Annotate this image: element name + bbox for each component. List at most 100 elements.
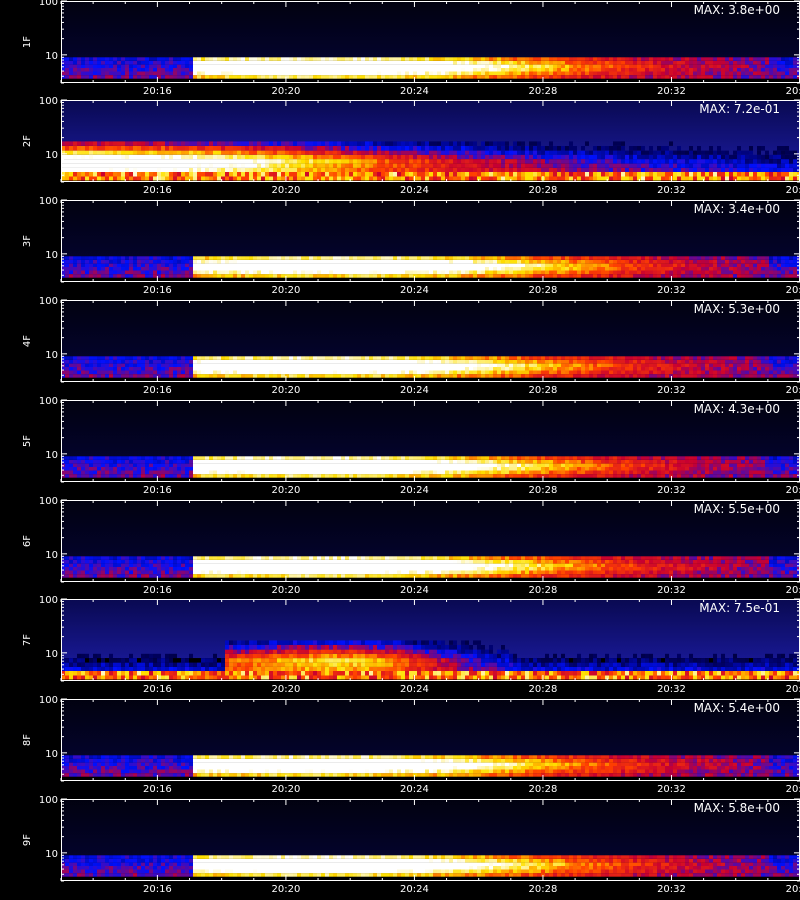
spectrogram-cell bbox=[625, 270, 629, 275]
spectrogram-cell bbox=[353, 68, 357, 72]
spectrogram-cell bbox=[329, 141, 333, 146]
spectrogram-cell bbox=[581, 267, 585, 271]
spectrogram-cell bbox=[377, 71, 381, 76]
spectrogram-cell bbox=[601, 154, 605, 160]
spectrogram-cell bbox=[593, 68, 597, 72]
spectrogram-cell bbox=[181, 270, 185, 275]
spectrogram-cell bbox=[325, 150, 329, 155]
spectrogram-cell bbox=[269, 260, 273, 264]
spectrogram-cell bbox=[225, 64, 229, 68]
spectrogram-cell bbox=[353, 61, 357, 65]
spectrogram-cell bbox=[113, 256, 117, 260]
spectrogram-cell bbox=[757, 68, 761, 72]
spectrogram-cell bbox=[257, 270, 261, 275]
spectrogram-cell bbox=[633, 256, 637, 260]
spectrogram-cell bbox=[65, 360, 69, 364]
spectrogram-cell bbox=[249, 363, 253, 367]
spectrogram-cell bbox=[197, 167, 201, 172]
spectrogram-cell bbox=[241, 159, 245, 164]
spectrogram-cell bbox=[313, 274, 317, 278]
spectrogram-cell bbox=[641, 163, 645, 168]
spectrogram-cell bbox=[293, 150, 297, 155]
spectrogram-cell bbox=[569, 159, 573, 164]
spectrogram-cell bbox=[537, 274, 541, 278]
spectrogram-cell bbox=[345, 363, 349, 367]
spectrogram-cell bbox=[393, 256, 397, 260]
spectrogram-cell bbox=[213, 360, 217, 364]
spectrogram-cell bbox=[85, 374, 89, 378]
spectrogram-cell bbox=[501, 141, 505, 146]
spectrogram-cell bbox=[633, 367, 637, 371]
spectrogram-cell bbox=[405, 360, 409, 364]
spectrogram-cell bbox=[489, 374, 493, 378]
spectrogram-cell bbox=[109, 270, 113, 275]
spectrogram-cell bbox=[489, 71, 493, 76]
spectrogram-cell bbox=[589, 260, 593, 264]
spectrogram-cell bbox=[429, 363, 433, 367]
spectrogram-cell bbox=[189, 267, 193, 271]
spectrogram-cell bbox=[493, 360, 497, 364]
spectrogram-cell bbox=[113, 75, 117, 79]
spectrogram-cell bbox=[65, 163, 69, 168]
spectrogram-cell bbox=[521, 154, 525, 160]
spectrogram-cell bbox=[297, 167, 301, 172]
spectrogram-cell bbox=[761, 274, 765, 278]
spectrogram-cell bbox=[389, 363, 393, 367]
spectrogram-cell bbox=[589, 256, 593, 260]
spectrogram-cell bbox=[117, 163, 121, 168]
spectrogram-cell bbox=[501, 370, 505, 375]
spectrogram-cell bbox=[457, 374, 461, 378]
spectrogram-cell bbox=[473, 64, 477, 68]
spectrogram-cell bbox=[353, 274, 357, 278]
spectrogram-cell bbox=[761, 167, 765, 172]
spectrogram-cell bbox=[325, 256, 329, 260]
spectrogram-cell bbox=[305, 159, 309, 164]
spectrogram-cell bbox=[69, 356, 73, 360]
spectrogram-cell bbox=[381, 270, 385, 275]
spectrogram-cell bbox=[553, 71, 557, 76]
spectrogram-cell bbox=[349, 150, 353, 155]
spectrogram-cell bbox=[697, 176, 701, 181]
spectrogram-cell bbox=[169, 367, 173, 371]
spectrogram-cell bbox=[421, 61, 425, 65]
spectrogram-cell bbox=[129, 360, 133, 364]
spectrogram-cell bbox=[153, 61, 157, 65]
spectrogram-cell bbox=[241, 71, 245, 76]
spectrogram-cell bbox=[633, 374, 637, 378]
spectrogram-cell bbox=[545, 270, 549, 275]
spectrogram-cell bbox=[161, 370, 165, 375]
spectrogram-cell bbox=[529, 154, 533, 160]
spectrogram-cell bbox=[753, 274, 757, 278]
spectrogram-cell bbox=[529, 176, 533, 181]
spectrogram-cell bbox=[313, 75, 317, 79]
spectrogram-cell bbox=[345, 267, 349, 271]
spectrogram-cell bbox=[445, 172, 449, 177]
spectrogram-cell bbox=[777, 154, 781, 160]
spectrogram-cell bbox=[409, 163, 413, 168]
spectrogram-cell bbox=[321, 141, 325, 146]
spectrogram-cell bbox=[69, 75, 73, 79]
spectrogram-cell bbox=[65, 356, 69, 360]
spectrogram-cell bbox=[125, 68, 129, 72]
spectrogram-cell bbox=[345, 141, 349, 146]
spectrogram-cell bbox=[489, 172, 493, 177]
spectrogram-cell bbox=[237, 154, 241, 160]
spectrogram-cell bbox=[73, 263, 77, 267]
spectrogram-cell bbox=[441, 154, 445, 160]
spectrogram-cell bbox=[645, 363, 649, 367]
spectrogram-cell bbox=[789, 75, 793, 79]
spectrogram-cell bbox=[741, 159, 745, 164]
spectrogram-cell bbox=[473, 150, 477, 155]
spectrogram-cell bbox=[245, 370, 249, 375]
spectrogram-cell bbox=[649, 150, 653, 155]
spectrogram-cell bbox=[621, 163, 625, 168]
spectrogram-cell bbox=[449, 176, 453, 181]
spectrogram-cell bbox=[317, 172, 321, 177]
spectrogram-cell bbox=[489, 356, 493, 360]
spectrogram-cell bbox=[241, 256, 245, 260]
spectrogram-cell bbox=[377, 141, 381, 146]
spectrogram-cell bbox=[437, 263, 441, 267]
spectrogram-cell bbox=[605, 356, 609, 360]
spectrogram-cell bbox=[289, 75, 293, 79]
spectrogram-cell bbox=[533, 260, 537, 264]
